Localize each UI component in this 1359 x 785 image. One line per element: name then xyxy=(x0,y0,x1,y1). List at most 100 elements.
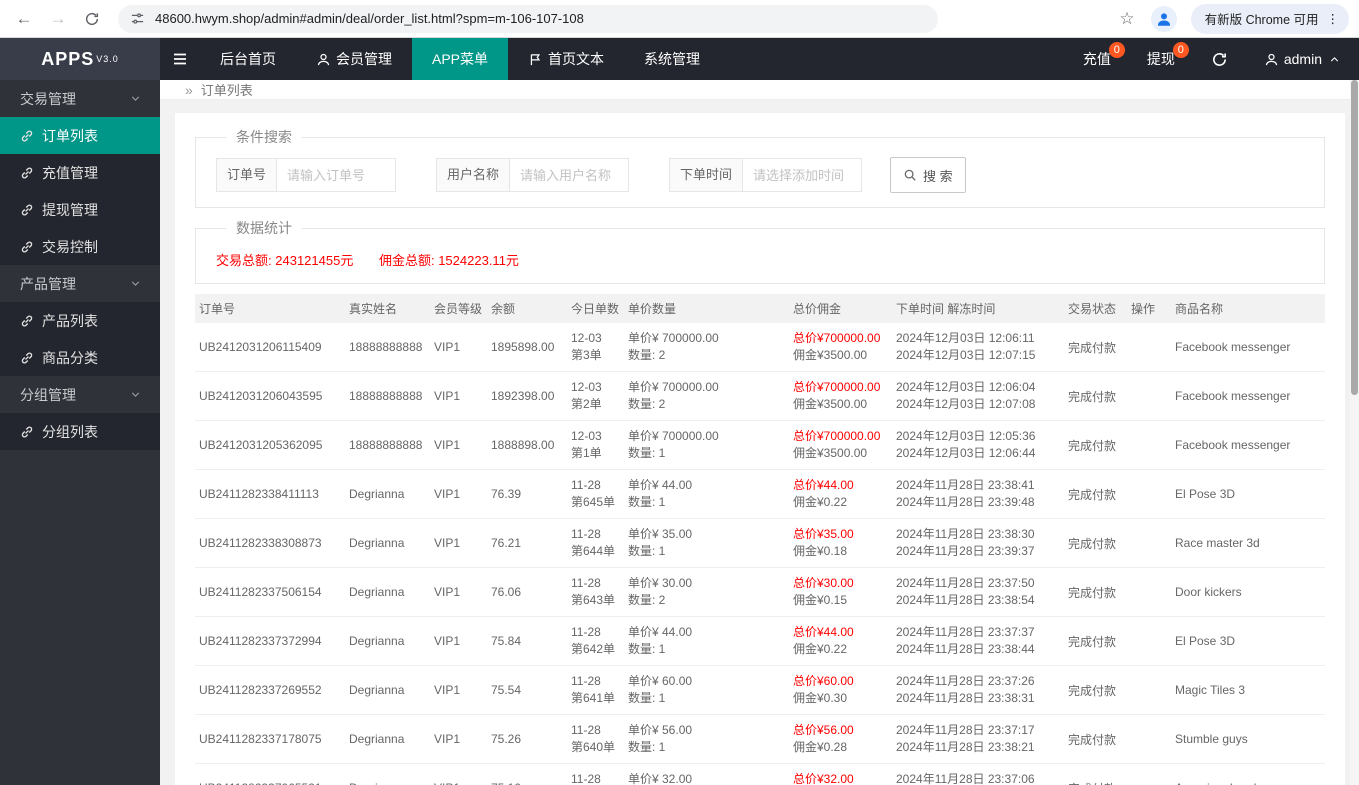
sidebar-group-label: 产品管理 xyxy=(20,275,76,292)
browser-reload-button[interactable] xyxy=(78,5,106,33)
total-commission-cell: 总价¥30.00 佣金¥0.15 xyxy=(787,567,890,617)
order-unfreeze-time-cell: 2024年11月28日 23:38:41 2024年11月28日 23:39:48 xyxy=(890,469,1062,519)
app-logo-version: V3.0 xyxy=(96,54,119,64)
table-row: UB2412031206115409 18888888888 VIP1 1895898… xyxy=(195,323,1325,372)
link-icon xyxy=(20,129,34,143)
unit-price-qty-cell: 单价¥ 700000.00 数量: 2 xyxy=(622,371,787,421)
action-cell xyxy=(1125,616,1169,666)
chrome-update-text: 有新版 Chrome 可用 xyxy=(1204,13,1319,27)
action-cell xyxy=(1125,518,1169,568)
person-icon xyxy=(1157,12,1170,26)
stats-line: 交易总额: 243121455元 佣金总额: 1524223.11元 xyxy=(216,248,1304,269)
balance-cell: 1892398.00 xyxy=(485,371,565,421)
order-table-body: UB2412031206115409 18888888888 VIP1 1895898… xyxy=(195,323,1325,785)
trade-status-cell: 完成付款 xyxy=(1062,665,1125,715)
bookmark-star-icon[interactable]: ☆ xyxy=(1119,9,1134,29)
real-name-cell: Degrianna xyxy=(343,714,428,764)
nav-item-3[interactable]: APP菜单 xyxy=(412,38,509,80)
user-menu[interactable]: admin xyxy=(1246,38,1359,80)
field-label: 下单时间 xyxy=(669,158,743,192)
sidebar-item[interactable]: 提现管理 xyxy=(0,191,160,228)
field-input[interactable] xyxy=(509,158,630,192)
order-no-cell: UB2411282337269552 xyxy=(195,665,343,715)
sidebar-item[interactable]: 交易控制 xyxy=(0,228,160,265)
action-cell xyxy=(1125,665,1169,715)
unit-price-qty-cell: 单价¥ 32.00数量: 1 xyxy=(622,763,787,785)
trade-status-cell: 完成付款 xyxy=(1062,616,1125,666)
field-input[interactable] xyxy=(276,158,397,192)
real-name-cell: 18888888888 xyxy=(343,371,428,421)
browser-menu-icon[interactable]: ⋮ xyxy=(1327,11,1340,26)
table-row: UB2411282337065531DegriannaVIP175.1011-2… xyxy=(195,763,1325,785)
unit-price-qty-cell: 单价¥ 700000.00 数量: 2 xyxy=(622,323,787,372)
site-settings-icon[interactable] xyxy=(130,11,145,26)
real-name-cell: Degrianna xyxy=(343,616,428,666)
header-refresh-button[interactable] xyxy=(1193,38,1246,80)
nav-item-label: 首页文本 xyxy=(548,51,605,67)
browser-profile-icon[interactable] xyxy=(1150,5,1177,32)
today-orders-cell: 12-03 第2单 xyxy=(565,371,622,421)
sidebar-item[interactable]: 分组列表 xyxy=(0,413,160,450)
recharge-button[interactable]: 充值 0 xyxy=(1065,38,1129,80)
product-name-cell: Stumble guys xyxy=(1169,714,1325,764)
search-fieldset: 条件搜索 订单号 用户名称 下单时间 搜 索 xyxy=(195,127,1325,208)
nav-item-5[interactable]: 系统管理 xyxy=(624,38,720,80)
trade-status-cell: 完成付款 xyxy=(1062,567,1125,617)
field-input[interactable] xyxy=(742,158,863,192)
sidebar-item[interactable]: 产品列表 xyxy=(0,302,160,339)
main-content: » 订单列表 条件搜索 订单号 用户名称 下单时间 搜 索 数据统计 交易总额: 2… xyxy=(160,80,1359,785)
hamburger-icon xyxy=(174,53,186,65)
address-bar[interactable]: 48600.hwym.shop/admin#admin/deal/order_l… xyxy=(118,4,938,33)
search-legend: 条件搜索 xyxy=(236,129,292,145)
chevron-down-icon xyxy=(129,277,142,290)
browser-back-button[interactable]: ← xyxy=(10,5,38,33)
order-unfreeze-time-cell: 2024年11月28日 23:38:30 2024年11月28日 23:39:37 xyxy=(890,518,1062,568)
nav-item-2[interactable]: 会员管理 xyxy=(296,38,412,80)
order-unfreeze-time-cell: 2024年11月28日 23:37:062024年11月28日 23:38:12 xyxy=(890,763,1062,785)
sidebar-item[interactable]: 充值管理 xyxy=(0,154,160,191)
search-icon xyxy=(904,169,916,181)
person-icon xyxy=(1265,53,1277,65)
nav-item-4[interactable]: 首页文本 xyxy=(508,38,624,80)
sidebar-item-label: 分组列表 xyxy=(42,423,98,440)
today-orders-cell: 12-03 第3单 xyxy=(565,323,622,372)
sidebar-item[interactable]: 订单列表 xyxy=(0,117,160,154)
search-field-3: 下单时间 xyxy=(669,158,863,192)
nav-item-label: 后台首页 xyxy=(220,51,276,67)
nav-item-1[interactable]: 后台首页 xyxy=(200,38,296,80)
user-icon xyxy=(1264,52,1279,67)
nav-item-label: 会员管理 xyxy=(336,51,392,67)
chrome-update-chip[interactable]: 有新版 Chrome 可用 ⋮ xyxy=(1190,3,1349,34)
table-row: UB2411282337506154 Degrianna VIP1 76.06 11-2… xyxy=(195,567,1325,617)
column-header: 真实姓名 xyxy=(343,294,428,323)
total-commission-cell: 总价¥56.00 佣金¥0.28 xyxy=(787,714,890,764)
sidebar-group-title-3[interactable]: 分组管理 xyxy=(0,376,160,413)
vertical-scrollbar[interactable] xyxy=(1350,80,1359,785)
sidebar-item-label: 交易控制 xyxy=(42,238,98,255)
sidebar-collapse-button[interactable] xyxy=(160,38,200,80)
table-row: UB2411282338411113 Degrianna VIP1 76.39 11-2… xyxy=(195,469,1325,519)
sidebar-group-title-2[interactable]: 产品管理 xyxy=(0,265,160,302)
browser-forward-button[interactable]: → xyxy=(44,5,72,33)
stats-legend: 数据统计 xyxy=(236,220,292,236)
column-header: 单价数量 xyxy=(622,294,787,323)
vip-level-cell: VIP1 xyxy=(428,763,485,785)
sidebar-group-title-1[interactable]: 交易管理 xyxy=(0,80,160,117)
browser-toolbar: ← → 48600.hwym.shop/admin#admin/deal/ord… xyxy=(0,0,1359,38)
today-orders-cell: 11-28 第643单 xyxy=(565,567,622,617)
vip-level-cell: VIP1 xyxy=(428,420,485,470)
reload-icon xyxy=(85,12,99,25)
search-button[interactable]: 搜 索 xyxy=(890,157,966,193)
unit-price-qty-cell: 单价¥ 700000.00 数量: 1 xyxy=(622,420,787,470)
search-form: 订单号 用户名称 下单时间 搜 索 xyxy=(216,157,1304,193)
withdraw-button[interactable]: 提现 0 xyxy=(1129,38,1193,80)
order-no-cell: UB2411282338308873 xyxy=(195,518,343,568)
scrollbar-thumb[interactable] xyxy=(1351,80,1358,395)
product-name-cell: Facebook messenger xyxy=(1169,323,1325,372)
action-cell xyxy=(1125,469,1169,519)
field-label: 订单号 xyxy=(216,158,277,192)
sidebar-item-label: 提现管理 xyxy=(42,201,98,218)
real-name-cell: 18888888888 xyxy=(343,420,428,470)
order-unfreeze-time-cell: 2024年12月03日 12:06:11 2024年12月03日 12:07:15 xyxy=(890,323,1062,372)
sidebar-item[interactable]: 商品分类 xyxy=(0,339,160,376)
